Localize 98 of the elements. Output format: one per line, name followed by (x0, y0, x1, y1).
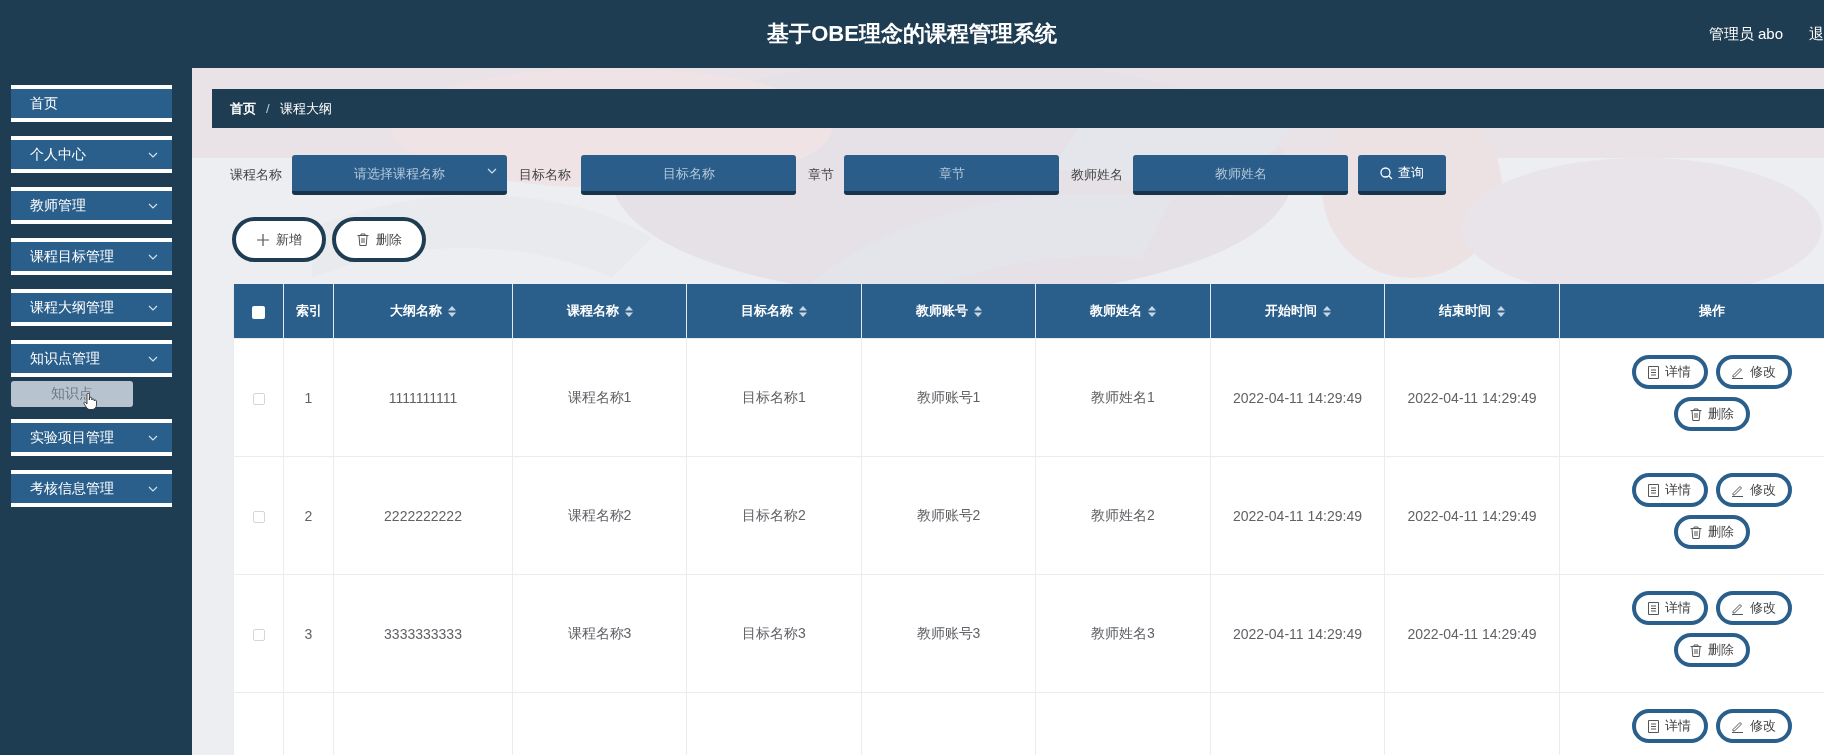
field-label: 教师姓名 (1071, 166, 1123, 184)
sidebar-menu-item[interactable]: 课程目标管理 (11, 238, 172, 275)
select-all-checkbox[interactable] (252, 305, 265, 319)
pencil-icon (1731, 719, 1744, 733)
table-cell: 目标名称2 (742, 506, 806, 523)
sort-icon[interactable] (1322, 305, 1331, 317)
table-cell: 2022-04-11 14:29:49 (1407, 389, 1537, 406)
chevron-down-icon (148, 253, 158, 260)
breadcrumb-separator: / (266, 101, 270, 116)
table-cell: 2022-04-11 14:29:49 (1233, 507, 1362, 524)
trash-icon (356, 233, 369, 246)
delete-button[interactable]: 删除 (1673, 515, 1750, 549)
document-icon (1648, 601, 1659, 615)
table-cell: 目标名称3 (742, 624, 806, 641)
table-cell: 2022-04-11 14:29:49 (1407, 625, 1537, 642)
column-header[interactable]: 结束时间 (1384, 284, 1560, 339)
sort-icon[interactable] (1148, 305, 1156, 317)
sort-icon[interactable] (973, 305, 982, 317)
user-name: 管理员 abo (1708, 24, 1783, 44)
field-label: 章节 (808, 166, 834, 184)
breadcrumb-current: 课程大纲 (279, 99, 332, 118)
sort-icon[interactable] (799, 305, 807, 317)
table-cell: 1111111111 (388, 389, 458, 406)
field-label: 目标名称 (519, 166, 571, 184)
detail-button[interactable]: 详情 (1631, 591, 1708, 625)
table-cell: 教师账号1 (916, 388, 981, 405)
edit-button[interactable]: 修改 (1715, 473, 1792, 507)
column-header[interactable]: 大纲名称 (333, 284, 513, 339)
delete-button[interactable]: 删除 (332, 217, 426, 262)
edit-button[interactable]: 修改 (1715, 355, 1792, 389)
column-header: 操作 (1559, 284, 1824, 339)
row-checkbox[interactable] (252, 392, 265, 405)
column-header: 索引 (283, 284, 334, 339)
table-cell: 教师账号2 (916, 506, 981, 523)
detail-button[interactable]: 详情 (1631, 473, 1708, 507)
detail-button[interactable]: 详情 (1631, 709, 1708, 743)
breadcrumb-link[interactable]: 首页 (230, 99, 256, 118)
sidebar-menu-item[interactable]: 考核信息管理 (11, 470, 172, 507)
table-cell: 课程名称3 (567, 624, 632, 641)
column-header[interactable]: 课程名称 (512, 284, 687, 339)
sidebar-menu-item[interactable]: 课程大纲管理 (11, 289, 172, 326)
sidebar-menu-item[interactable]: 个人中心 (11, 136, 172, 173)
chevron-down-icon (148, 434, 158, 441)
table-cell: 教师姓名3 (1091, 624, 1155, 641)
column-header[interactable]: 教师姓名 (1035, 284, 1211, 339)
column-header[interactable]: 目标名称 (686, 284, 862, 339)
sort-icon[interactable] (448, 305, 456, 317)
plus-icon (256, 233, 269, 246)
table-cell: 2022-04-11 14:29:49 (1407, 507, 1537, 524)
table-cell: 目标名称1 (742, 388, 806, 405)
delete-button[interactable]: 删除 (1673, 633, 1750, 667)
trash-icon (1689, 525, 1702, 539)
table-cell: 课程名称2 (567, 506, 632, 523)
chevron-down-icon (148, 355, 158, 362)
edit-button[interactable]: 修改 (1715, 591, 1792, 625)
logout-link[interactable]: 退 (1809, 24, 1824, 44)
chevron-down-icon (148, 202, 158, 209)
table-cell: 课程名称1 (567, 388, 632, 405)
edit-button[interactable]: 修改 (1715, 709, 1792, 743)
table-cell: 2022-04-11 14:29:49 (1233, 389, 1362, 406)
field-label: 课程名称 (230, 166, 282, 184)
add-button[interactable]: 新增 (232, 217, 326, 262)
sort-icon[interactable] (1497, 305, 1505, 317)
chevron-down-icon (148, 485, 158, 492)
chevron-down-icon (148, 304, 158, 311)
row-checkbox[interactable] (252, 628, 265, 641)
table-cell: 2 (304, 507, 313, 524)
sidebar-menu-item[interactable]: 实验项目管理 (11, 419, 172, 456)
sort-icon[interactable] (624, 305, 633, 317)
trash-icon (1689, 407, 1702, 421)
row-checkbox[interactable] (252, 510, 265, 523)
column-header[interactable]: 教师账号 (861, 284, 1036, 339)
table-cell: 3333333333 (384, 625, 462, 642)
document-icon (1648, 365, 1659, 379)
sidebar-menu-item[interactable]: 知识点管理 (11, 340, 172, 377)
table-cell: 教师姓名1 (1091, 388, 1155, 405)
table-cell: 教师账号3 (916, 624, 981, 641)
table-cell: 2222222222 (384, 507, 462, 524)
table-cell: 1 (304, 389, 313, 406)
chevron-down-icon (148, 151, 158, 158)
search-icon (1380, 166, 1393, 180)
app-title: 基于OBE理念的课程管理系统 (767, 20, 1057, 48)
table-cell: 3 (304, 625, 313, 642)
document-icon (1648, 483, 1659, 497)
pencil-icon (1731, 601, 1744, 615)
chevron-down-icon (487, 168, 497, 174)
column-header[interactable]: 开始时间 (1210, 284, 1385, 339)
detail-button[interactable]: 详情 (1631, 355, 1708, 389)
search-button[interactable]: 查询 (1358, 155, 1446, 195)
table-cell: 教师姓名2 (1091, 506, 1155, 523)
sidebar-menu-item[interactable]: 教师管理 (11, 187, 172, 224)
pencil-icon (1731, 483, 1744, 497)
sidebar-item[interactable]: 首页 (11, 85, 172, 122)
delete-button[interactable]: 删除 (1673, 397, 1750, 431)
pencil-icon (1731, 365, 1744, 379)
table-cell: 2022-04-11 14:29:49 (1233, 625, 1362, 642)
trash-icon (1689, 643, 1702, 657)
document-icon (1648, 719, 1659, 733)
